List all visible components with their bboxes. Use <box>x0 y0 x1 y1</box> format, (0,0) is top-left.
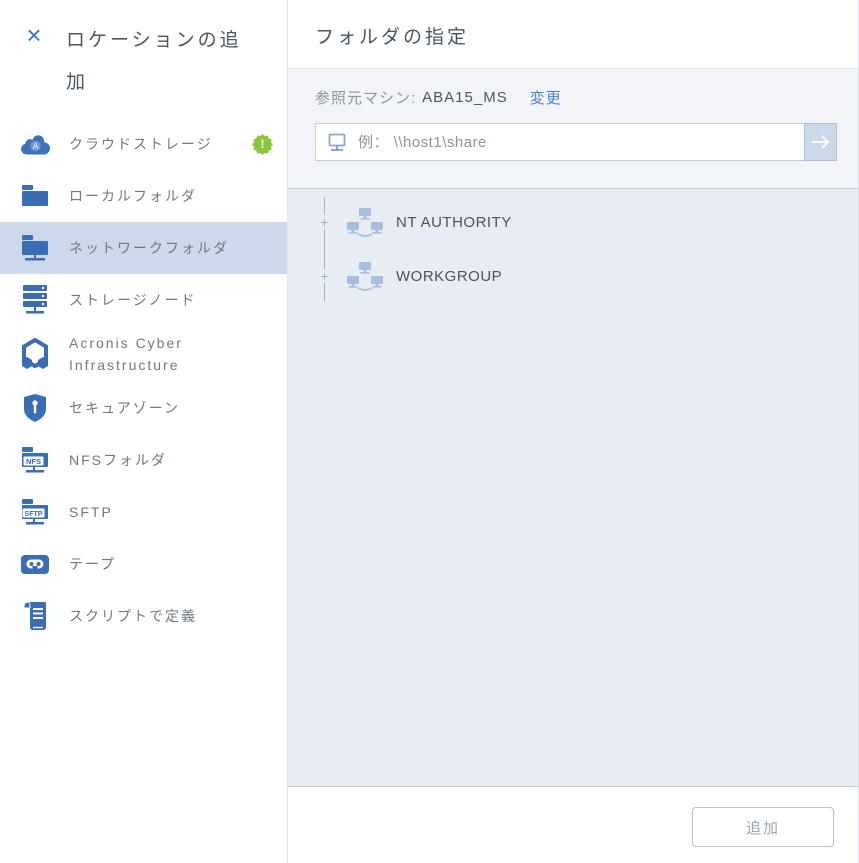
network-browse-tree: + NT AUTHORITY <box>288 188 858 786</box>
panel-header: フォルダの指定 <box>288 0 858 68</box>
expand-plus-icon[interactable]: + <box>318 269 331 283</box>
machine-label: 参照元マシン: <box>315 87 416 108</box>
network-folder-icon <box>20 233 50 263</box>
sidebar-item-label: Acronis Cyber Infrastructure <box>69 332 273 376</box>
folder-specify-panel: フォルダの指定 参照元マシン: ABA15_MS 変更 <box>288 0 858 863</box>
tree-item-label: WORKGROUP <box>396 268 502 285</box>
sidebar-item-defined-by-script[interactable]: スクリプトで定義 <box>0 590 287 642</box>
sidebar-item-tape[interactable]: テープ <box>0 538 287 590</box>
sidebar-item-cloud-storage[interactable]: A クラウドストレージ ! <box>0 118 287 170</box>
sidebar-item-label: NFSフォルダ <box>69 449 273 471</box>
arrow-right-icon <box>811 134 831 150</box>
cloud-icon: A <box>20 129 50 159</box>
sftp-folder-icon: SFTP <box>20 497 50 527</box>
sidebar-item-label: ストレージノード <box>69 289 273 311</box>
sidebar-item-label: クラウドストレージ <box>69 133 246 155</box>
expand-plus-icon[interactable]: + <box>318 215 331 229</box>
network-group-icon <box>346 261 384 291</box>
sidebar-item-acronis-cyber-infrastructure[interactable]: Acronis Cyber Infrastructure <box>0 326 287 382</box>
svg-text:NFS: NFS <box>26 457 41 466</box>
tree-item-label: NT AUTHORITY <box>396 214 512 231</box>
svg-text:A: A <box>33 142 39 151</box>
nfs-folder-icon: NFS <box>20 445 50 475</box>
sidebar-item-label: ローカルフォルダ <box>69 185 273 207</box>
tree-row-nt-authority[interactable]: + NT AUTHORITY <box>288 195 858 249</box>
network-computer-icon <box>326 132 348 159</box>
promo-badge-icon: ! <box>252 134 273 155</box>
sidebar-item-sftp[interactable]: SFTP SFTP <box>0 486 287 538</box>
network-group-icon <box>346 207 384 237</box>
tape-icon <box>20 549 50 579</box>
go-button[interactable] <box>804 123 837 161</box>
shield-icon <box>20 393 50 423</box>
change-machine-link[interactable]: 変更 <box>530 87 562 108</box>
sidebar-item-label: ネットワークフォルダ <box>69 237 273 259</box>
local-folder-icon <box>20 181 50 211</box>
sidebar-item-secure-zone[interactable]: セキュアゾーン <box>0 382 287 434</box>
path-field <box>315 123 804 161</box>
machine-name: ABA15_MS <box>422 89 508 106</box>
dialog-header: × ロケーションの追加 <box>0 0 287 118</box>
browse-machine-row: 参照元マシン: ABA15_MS 変更 <box>315 87 837 108</box>
location-type-sidebar: × ロケーションの追加 A クラウドストレージ ! <box>0 0 288 863</box>
dialog-footer: 追加 <box>288 786 858 863</box>
add-location-dialog: × ロケーションの追加 A クラウドストレージ ! <box>0 0 859 863</box>
storage-node-icon <box>20 285 50 315</box>
dialog-title: ロケーションの追加 <box>66 20 261 104</box>
sidebar-item-nfs-folder[interactable]: NFS NFSフォルダ <box>0 434 287 486</box>
sidebar-item-storage-node[interactable]: ストレージノード <box>0 274 287 326</box>
sidebar-item-label: SFTP <box>69 501 273 523</box>
browse-controls: 参照元マシン: ABA15_MS 変更 <box>288 68 858 188</box>
badge-text: ! <box>252 134 273 155</box>
hexagon-icon <box>20 339 50 369</box>
sidebar-item-label: セキュアゾーン <box>69 397 273 419</box>
svg-text:SFTP: SFTP <box>25 511 43 518</box>
location-type-list: A クラウドストレージ ! ローカルフォ <box>0 118 287 642</box>
folder-path-input[interactable] <box>316 124 804 160</box>
add-button[interactable]: 追加 <box>692 807 834 847</box>
close-icon[interactable]: × <box>20 22 48 50</box>
sidebar-item-local-folder[interactable]: ローカルフォルダ <box>0 170 287 222</box>
path-entry <box>315 123 837 161</box>
tree-row-workgroup[interactable]: + WORKGROUP <box>288 249 858 303</box>
sidebar-item-label: スクリプトで定義 <box>69 605 273 627</box>
sidebar-item-label: テープ <box>69 553 273 575</box>
sidebar-item-network-folder[interactable]: ネットワークフォルダ <box>0 222 287 274</box>
panel-title: フォルダの指定 <box>315 22 858 49</box>
script-icon <box>20 601 50 631</box>
